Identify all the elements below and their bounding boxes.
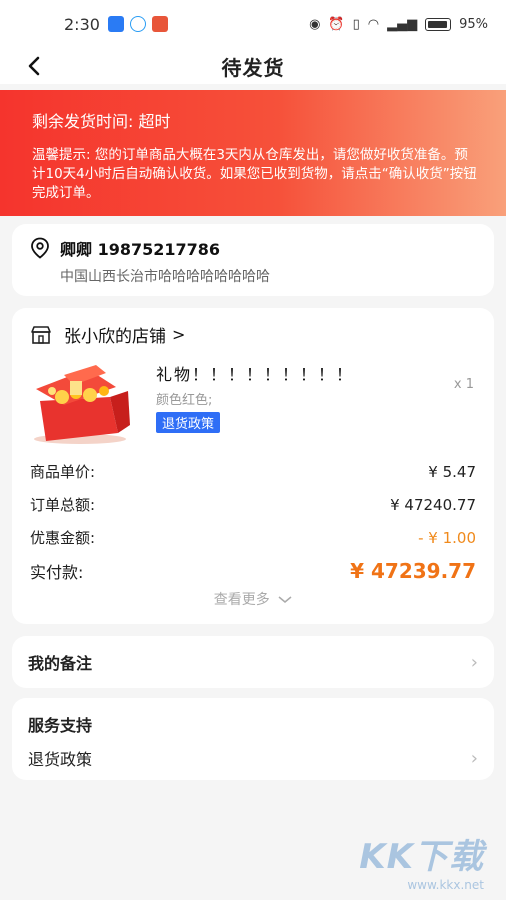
- paid-amount-value: ¥ 47239.77: [350, 558, 476, 583]
- back-button[interactable]: [20, 52, 48, 80]
- return-policy-row[interactable]: 退货政策 ›: [28, 746, 478, 770]
- order-total-label: 订单总额:: [30, 496, 96, 514]
- remark-row[interactable]: 我的备注 ›: [12, 636, 494, 688]
- chevron-left-icon: [28, 56, 40, 76]
- vibrate-icon: ▯: [352, 16, 360, 32]
- product-quantity: x 1: [453, 377, 474, 392]
- watermark-logo: KK下载: [359, 837, 484, 877]
- return-policy-tag[interactable]: 退货政策: [156, 412, 221, 433]
- status-indicators: ◉ ⏰ ▯ ◠ ▂▄▆ 95%: [309, 17, 488, 32]
- service-card: 服务支持 退货政策 ›: [12, 698, 494, 780]
- unit-price-row: 商品单价: ¥ 5.47: [30, 455, 476, 488]
- game-notification-icon: [151, 16, 168, 32]
- order-card: 张小欣的店铺 > 礼物！！！！！！！！！ 颜色红色; 退货政策 x 1 商品单价…: [12, 308, 494, 624]
- gift-box-image: [26, 361, 138, 445]
- nav-bar: 待发货: [0, 48, 506, 84]
- status-bar: 2:30 ◉ ⏰ ▯ ◠ ▂▄▆ 95%: [0, 0, 506, 48]
- discount-value: - ¥ 1.00: [418, 528, 476, 547]
- order-total-value: ¥ 47240.77: [390, 495, 476, 514]
- location-pin-icon: [31, 237, 49, 259]
- unit-price-value: ¥ 5.47: [428, 462, 476, 481]
- page-title: 待发货: [221, 55, 285, 80]
- battery-icon: [425, 17, 452, 31]
- status-time: 2:30: [64, 14, 100, 34]
- order-total-row: 订单总额: ¥ 47240.77: [30, 488, 476, 521]
- shipping-tip: 温馨提示: 您的订单商品大概在3天内从仓库发出，请您做好收货准备。预计10天4小…: [32, 147, 477, 201]
- remark-label: 我的备注: [28, 654, 93, 673]
- address-card[interactable]: 卿卿 19875217786 中国山西长治市哈哈哈哈哈哈哈哈: [12, 224, 494, 296]
- watermark-url: www.kkx.net: [407, 878, 484, 892]
- chevron-right-icon: ›: [470, 747, 478, 769]
- alarm-icon: ⏰: [328, 16, 345, 32]
- view-more-button[interactable]: 查看更多: [30, 589, 476, 609]
- address-detail: 中国山西长治市哈哈哈哈哈哈哈哈: [60, 269, 270, 285]
- remaining-time: 剩余发货时间: 超时: [32, 112, 171, 131]
- product-spec: 颜色红色;: [156, 393, 213, 408]
- wifi-icon: ◠: [367, 16, 380, 32]
- signal-icon: ▂▄▆: [387, 16, 418, 32]
- product-name: 礼物！！！！！！！！！: [156, 365, 355, 384]
- unit-price-label: 商品单价:: [30, 463, 96, 481]
- service-title: 服务支持: [28, 716, 93, 735]
- chevron-down-icon: [278, 596, 292, 603]
- recipient-name-phone: 卿卿 19875217786: [60, 240, 221, 259]
- discount-label: 优惠金额:: [30, 529, 96, 547]
- view-more-label: 查看更多: [213, 592, 270, 608]
- battery-percent: 95%: [459, 16, 488, 32]
- eye-icon: ◉: [309, 16, 321, 32]
- watermark: KK下载 www.kkx.net: [359, 829, 484, 892]
- price-summary: 商品单价: ¥ 5.47 订单总额: ¥ 47240.77 优惠金额: - ¥ …: [30, 455, 476, 587]
- paid-amount-label: 实付款:: [30, 562, 84, 582]
- shop-chevron: >: [172, 325, 186, 344]
- chat-notification-icon: [129, 16, 146, 32]
- return-policy-label: 退货政策: [28, 750, 93, 769]
- product-item[interactable]: 礼物！！！！！！！！！ 颜色红色; 退货政策 x 1: [30, 361, 476, 445]
- discount-row: 优惠金额: - ¥ 1.00: [30, 521, 476, 554]
- shop-name: 张小欣的店铺: [64, 327, 166, 347]
- shipping-banner: 剩余发货时间: 超时 温馨提示: 您的订单商品大概在3天内从仓库发出，请您做好收…: [0, 90, 506, 216]
- app-notification-icon: [107, 16, 124, 32]
- shop-icon: [31, 325, 51, 344]
- shop-link[interactable]: 张小欣的店铺 >: [30, 322, 476, 347]
- paid-amount-row: 实付款: ¥ 47239.77: [30, 554, 476, 587]
- chevron-right-icon: ›: [470, 651, 478, 673]
